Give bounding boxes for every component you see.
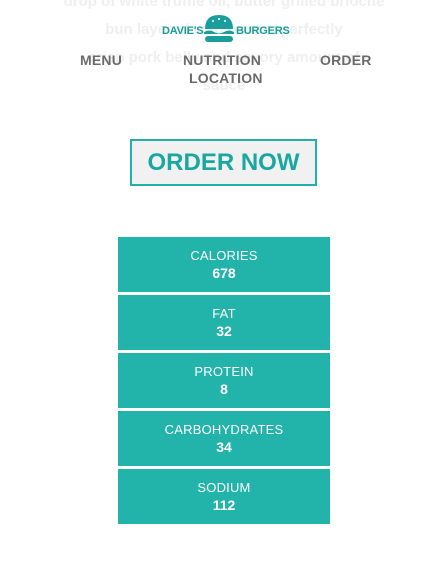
nutrition-value: 112	[212, 497, 236, 513]
burger-icon	[204, 15, 234, 42]
logo[interactable]: DAVIE'S BURGERS	[162, 10, 290, 48]
page: drop of white truffle oil, butter grille…	[0, 0, 448, 568]
order-now-button[interactable]: ORDER NOW	[130, 139, 317, 186]
nutrition-row-protein: PROTEIN 8	[118, 353, 330, 408]
nav-order[interactable]: ORDER	[320, 52, 372, 68]
nutrition-row-fat: FAT 32	[118, 295, 330, 350]
logo-right-word: BURGERS	[236, 25, 290, 37]
nutrition-label: PROTEIN	[194, 364, 254, 379]
nav-menu[interactable]: MENU	[80, 52, 122, 68]
nutrition-value: 34	[216, 439, 232, 455]
nav-location[interactable]: LOCATION	[189, 70, 263, 86]
nutrition-row-sodium: SODIUM 112	[118, 469, 330, 524]
nutrition-value: 8	[220, 381, 228, 397]
nutrition-label: SODIUM	[197, 480, 251, 495]
nutrition-row-carbohydrates: CARBOHYDRATES 34	[118, 411, 330, 466]
nutrition-label: CARBOHYDRATES	[164, 422, 284, 437]
nutrition-value: 678	[212, 265, 236, 281]
nutrition-value: 32	[216, 323, 232, 339]
nutrition-facts: CALORIES 678 FAT 32 PROTEIN 8 CARBOHYDRA…	[118, 237, 330, 527]
nutrition-label: CALORIES	[190, 248, 258, 263]
site-header: DAVIE'S BURGERS MENU NUTRITION ORDER LOC…	[0, 0, 448, 100]
logo-left-word: DAVIE'S	[162, 25, 204, 37]
nav-nutrition[interactable]: NUTRITION	[183, 52, 261, 68]
nutrition-label: FAT	[212, 306, 236, 321]
nutrition-row-calories: CALORIES 678	[118, 237, 330, 292]
